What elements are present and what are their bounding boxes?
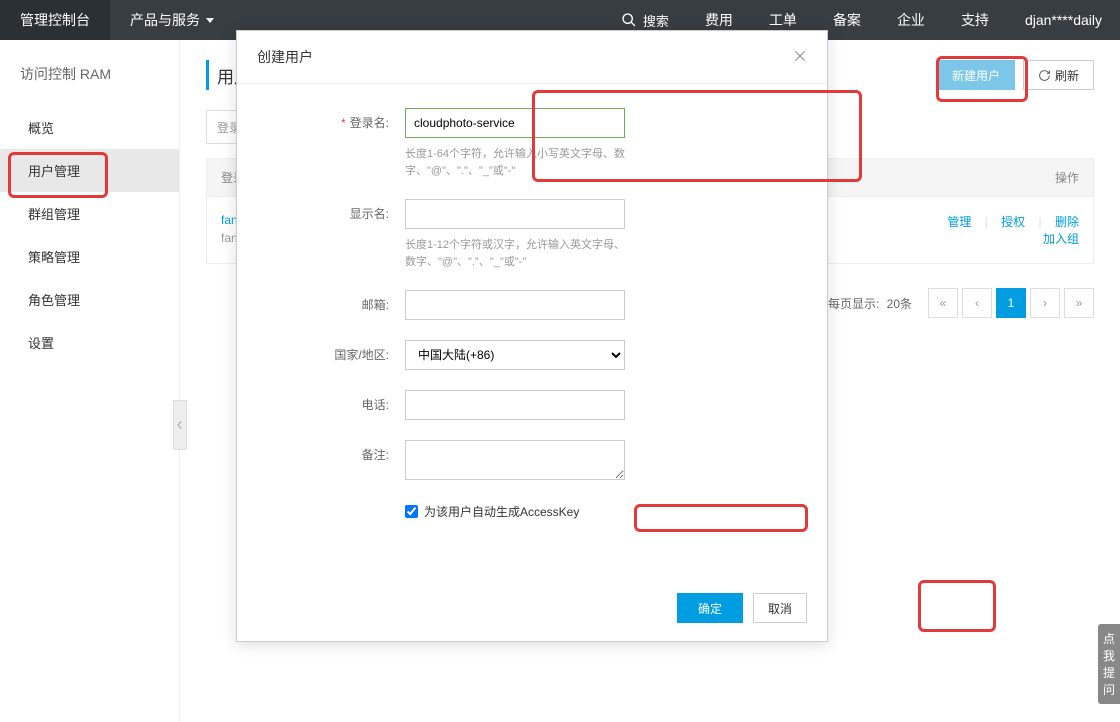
- chevron-left-icon: [176, 420, 184, 430]
- display-hint: 长度1-12个字符或汉字，允许输入英文字母、数字、"@"、"."、"_"或"-": [405, 237, 635, 270]
- page-size-label: 每页显示: 20条: [828, 295, 912, 312]
- brand: 管理控制台: [0, 0, 110, 40]
- create-user-modal: 创建用户 *登录名: 长度1-64个字符，允许输入小写英文字母、数字、"@"、"…: [236, 30, 828, 642]
- cancel-button[interactable]: 取消: [753, 593, 807, 623]
- refresh-label: 刷新: [1055, 67, 1079, 84]
- nav-enterprise[interactable]: 企业: [879, 0, 943, 40]
- page-next[interactable]: ›: [1030, 288, 1060, 318]
- sidebar-item-roles[interactable]: 角色管理: [0, 278, 179, 321]
- close-icon: [793, 49, 807, 63]
- email-label: 邮箱:: [255, 290, 405, 313]
- close-button[interactable]: [793, 49, 807, 66]
- search-icon: [621, 12, 637, 28]
- phone-input[interactable]: [405, 390, 625, 420]
- region-label: 国家/地区:: [255, 340, 405, 363]
- refresh-button[interactable]: 刷新: [1023, 60, 1094, 90]
- op-manage[interactable]: 管理: [947, 215, 971, 229]
- nav-support[interactable]: 支持: [943, 0, 1007, 40]
- sidebar-title: 访问控制 RAM: [0, 40, 179, 106]
- op-addgroup[interactable]: 加入组: [1043, 232, 1079, 246]
- column-ops: 操作: [841, 169, 1079, 186]
- email-input[interactable]: [405, 290, 625, 320]
- accesskey-label: 为该用户自动生成AccessKey: [424, 503, 579, 520]
- products-menu[interactable]: 产品与服务: [110, 0, 234, 40]
- page-1[interactable]: 1: [996, 288, 1026, 318]
- feedback-tab[interactable]: 点我提问: [1098, 624, 1120, 704]
- products-label: 产品与服务: [130, 10, 200, 30]
- phone-label: 电话:: [255, 390, 405, 413]
- page-first[interactable]: «: [928, 288, 958, 318]
- sidebar-item-settings[interactable]: 设置: [0, 321, 179, 364]
- remark-input[interactable]: [405, 440, 625, 480]
- page-last[interactable]: »: [1064, 288, 1094, 318]
- sidebar-collapse-handle[interactable]: [173, 400, 187, 450]
- refresh-icon: [1038, 69, 1051, 82]
- op-delete[interactable]: 删除: [1055, 215, 1079, 229]
- sidebar-item-groups[interactable]: 群组管理: [0, 192, 179, 235]
- login-input[interactable]: [405, 108, 625, 138]
- user-menu[interactable]: djan****daily: [1007, 0, 1120, 40]
- accesskey-checkbox[interactable]: 为该用户自动生成AccessKey: [405, 503, 799, 520]
- op-auth[interactable]: 授权: [1001, 215, 1025, 229]
- sidebar-item-overview[interactable]: 概览: [0, 106, 179, 149]
- region-select[interactable]: 中国大陆(+86): [405, 340, 625, 370]
- sidebar-item-users[interactable]: 用户管理: [0, 149, 179, 192]
- new-user-button[interactable]: 新建用户: [937, 60, 1015, 90]
- accesskey-checkbox-input[interactable]: [405, 505, 418, 518]
- sidebar: 访问控制 RAM 概览 用户管理 群组管理 策略管理 角色管理 设置: [0, 40, 180, 722]
- display-input[interactable]: [405, 199, 625, 229]
- modal-title: 创建用户: [257, 47, 313, 67]
- login-hint: 长度1-64个字符，允许输入小写英文字母、数字、"@"、"."、"_"或"-": [405, 146, 635, 179]
- sidebar-item-policies[interactable]: 策略管理: [0, 235, 179, 278]
- ok-button[interactable]: 确定: [677, 593, 743, 623]
- search-label: 搜索: [643, 11, 669, 30]
- chevron-down-icon: [206, 18, 214, 23]
- page-prev[interactable]: ‹: [962, 288, 992, 318]
- remark-label: 备注:: [255, 440, 405, 463]
- login-label: *登录名:: [255, 108, 405, 131]
- display-label: 显示名:: [255, 199, 405, 222]
